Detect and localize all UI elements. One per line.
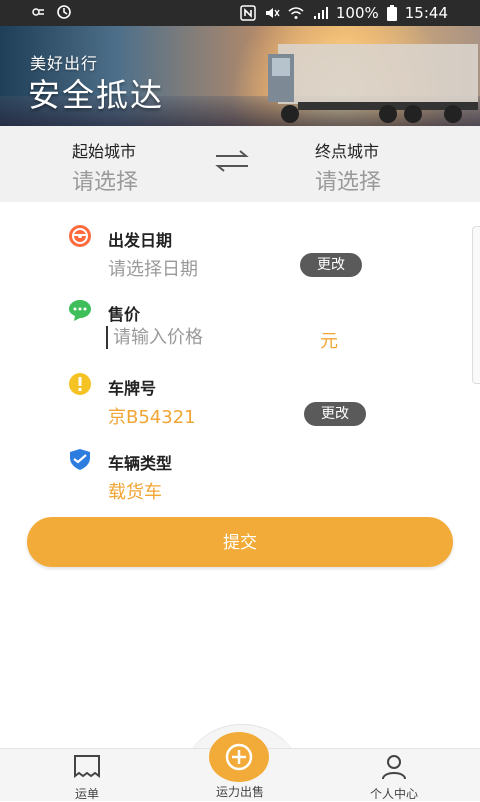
price-unit: 元	[320, 331, 338, 352]
nav-item-waybill[interactable]: 运单	[62, 754, 112, 802]
plate-icon	[69, 373, 91, 395]
nav-label-profile: 个人中心	[369, 787, 418, 801]
chat-bubble-icon	[69, 300, 91, 321]
swap-arrows-icon[interactable]	[214, 148, 250, 174]
nav-item-profile[interactable]: 个人中心	[358, 754, 430, 802]
price-title: 售价	[108, 305, 141, 324]
shield-icon	[70, 449, 90, 470]
steering-wheel-icon	[69, 225, 91, 247]
plate-number-value: 京B54321	[108, 407, 196, 428]
banner-slogan-large: 安全抵达	[28, 76, 165, 114]
origin-city-label: 起始城市	[72, 142, 137, 161]
plus-circle-icon	[225, 743, 253, 771]
nfc-icon	[240, 5, 256, 21]
hero-banner: 美好出行 安全抵达	[0, 26, 480, 126]
submit-button[interactable]: 提交	[27, 517, 453, 567]
change-plate-button[interactable]: 更改	[304, 402, 366, 426]
waybill-icon	[74, 755, 100, 778]
signal-icon	[313, 7, 328, 19]
plate-number-title: 车牌号	[108, 379, 157, 398]
mute-icon	[265, 8, 280, 18]
price-input-wrapper	[106, 326, 315, 350]
price-input[interactable]	[106, 326, 315, 349]
weather-icon	[32, 8, 44, 16]
truck-image	[268, 44, 478, 123]
destination-city-label: 终点城市	[315, 142, 380, 161]
departure-date-value[interactable]: 请选择日期	[108, 255, 198, 281]
clock: 15:44	[404, 4, 448, 22]
sync-icon	[57, 5, 71, 19]
user-icon	[382, 755, 406, 780]
vehicle-type-value[interactable]: 载货车	[108, 478, 162, 504]
origin-city-picker[interactable]: 起始城市 请选择	[72, 138, 202, 196]
destination-city-value[interactable]: 请选择	[315, 164, 445, 196]
nav-label-capacity-sale: 运力出售	[215, 785, 264, 799]
origin-city-value[interactable]: 请选择	[72, 164, 202, 196]
nav-item-capacity-sale[interactable]	[209, 732, 269, 782]
vehicle-type-title: 车辆类型	[108, 454, 173, 473]
battery-icon	[386, 5, 397, 21]
change-date-button[interactable]: 更改	[300, 253, 362, 277]
battery-level: 100%	[335, 4, 379, 22]
status-bar: 100% 15:44	[0, 0, 480, 26]
city-selector: 起始城市 请选择 终点城市 请选择	[0, 126, 480, 202]
scrollbar[interactable]	[472, 226, 480, 384]
wifi-icon	[288, 7, 304, 19]
destination-city-picker[interactable]: 终点城市 请选择	[315, 138, 445, 196]
departure-date-title: 出发日期	[108, 231, 173, 250]
nav-label-waybill: 运单	[74, 787, 99, 801]
nav-label-capacity-sale-wrap: 运力出售	[200, 783, 280, 800]
